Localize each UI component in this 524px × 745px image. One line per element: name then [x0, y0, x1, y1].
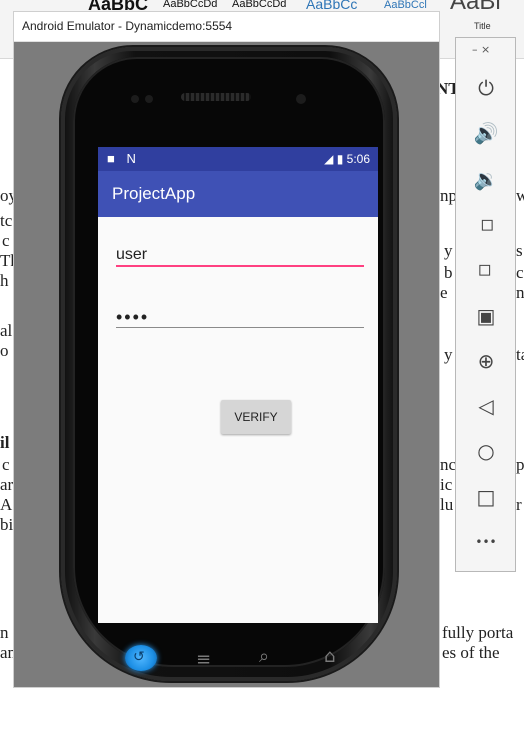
document-text-fragment: nc — [440, 455, 457, 474]
document-text-fragment: ta — [516, 345, 524, 364]
username-input[interactable] — [116, 244, 364, 266]
document-text-fragment: y — [444, 241, 453, 260]
earpiece-speaker — [181, 93, 251, 101]
document-text-fragment: n — [0, 623, 9, 642]
back-key-icon: ↺ — [133, 649, 145, 665]
document-text-fragment: h — [0, 271, 9, 290]
phone-back-key[interactable]: ↺ — [125, 645, 157, 671]
document-text-fragment: y — [444, 345, 453, 364]
username-underline — [116, 265, 364, 267]
rotate-left-icon[interactable]: ◇ — [463, 201, 508, 246]
document-text-fragment: p — [516, 455, 524, 474]
toolbar-window-controls[interactable]: – × — [472, 43, 490, 56]
verify-button[interactable]: VERIFY — [221, 400, 291, 434]
document-text-fragment: r — [516, 495, 522, 514]
document-text-fragment: ic — [440, 475, 453, 494]
power-icon[interactable]: ⏻ — [470, 72, 502, 104]
zoom-icon[interactable]: ⊕ — [470, 345, 502, 377]
emulator-window: Android Emulator - Dynamicdemo:5554 ■ N … — [13, 11, 440, 688]
volume-up-icon[interactable]: 🔊 — [470, 117, 502, 149]
app-title: ProjectApp — [112, 184, 196, 203]
camera-icon[interactable]: ▣ — [470, 300, 502, 332]
status-bar: ■ N ◢ ▮ 5:06 — [98, 147, 378, 171]
document-text-fragment: al — [0, 321, 13, 340]
style-title-label: Title — [474, 21, 491, 31]
document-text-fragment: b — [444, 263, 453, 282]
document-text-fragment: es of the — [442, 643, 500, 662]
document-text-fragment: s — [516, 241, 523, 260]
document-text-fragment: ar — [0, 475, 14, 494]
notification-icons: ■ N — [107, 151, 140, 166]
home-icon[interactable]: ○ — [470, 435, 502, 467]
password-underline — [116, 327, 364, 328]
menu-key-icon[interactable]: ≡ — [196, 649, 211, 670]
document-text-fragment: o — [0, 341, 9, 360]
password-input[interactable] — [116, 305, 364, 329]
home-key-icon[interactable]: ⌂ — [324, 646, 335, 667]
document-text-fragment: e — [440, 283, 448, 302]
rotate-right-icon[interactable]: ◇ — [463, 246, 508, 291]
document-text-fragment: n — [516, 283, 524, 302]
document-text-fragment: c — [2, 455, 10, 474]
emulator-title: Android Emulator - Dynamicdemo:5554 — [22, 19, 233, 33]
proximity-sensor — [131, 95, 139, 103]
document-text-fragment: bi — [0, 515, 14, 534]
document-text-fragment: c — [2, 231, 10, 250]
front-camera — [296, 94, 306, 104]
back-icon[interactable]: ◁ — [470, 390, 502, 422]
status-clock: ◢ ▮ 5:06 — [324, 152, 370, 166]
document-text-fragment: lu — [440, 495, 454, 514]
document-text-fragment: fully porta — [442, 623, 514, 642]
emulator-titlebar[interactable]: Android Emulator - Dynamicdemo:5554 — [14, 12, 439, 42]
style-title[interactable]: AaBl — [450, 0, 501, 15]
light-sensor — [145, 95, 153, 103]
overview-icon[interactable]: □ — [470, 481, 502, 513]
volume-down-icon[interactable]: 🔉 — [470, 163, 502, 195]
emulator-side-toolbar: – × ⏻ 🔊 🔉 ◇ ◇ ▣ ⊕ ◁ ○ □ ••• — [455, 37, 516, 572]
search-key-icon[interactable]: ⌕ — [259, 646, 269, 667]
document-text-fragment: c — [516, 263, 524, 282]
document-text-fragment: A — [0, 495, 13, 514]
app-bar: ProjectApp — [98, 171, 378, 217]
document-text-fragment: tc — [0, 211, 13, 230]
document-text-fragment: w — [516, 186, 524, 205]
more-icon[interactable]: ••• — [470, 526, 502, 558]
document-text-fragment: il — [0, 433, 10, 452]
phone-screen[interactable]: ■ N ◢ ▮ 5:06 ProjectApp VERIFY — [98, 147, 378, 623]
